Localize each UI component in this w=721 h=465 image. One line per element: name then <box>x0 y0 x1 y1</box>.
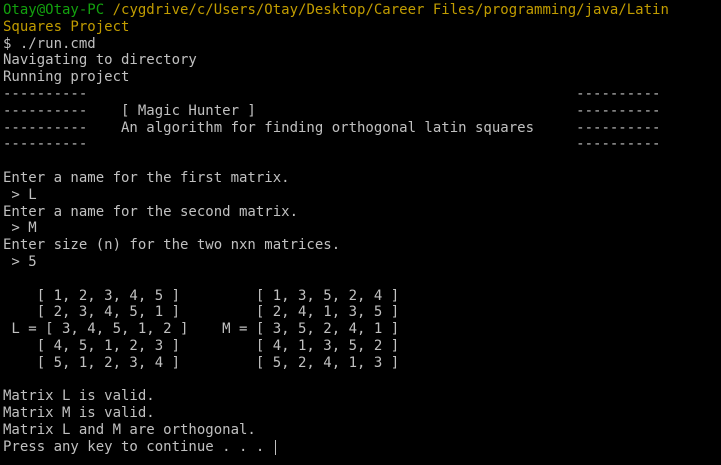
matrix-row: [ 2, 3, 4, 5, 1 ] [ 2, 4, 1, 3, 5 ] <box>3 304 400 321</box>
banner-line: ---------- ---------- <box>3 136 661 153</box>
terminal-window[interactable]: Otay@Otay-PC /cygdrive/c/Users/Otay/Desk… <box>0 0 721 465</box>
first-matrix-name-prompt: Enter a name for the first matrix. <box>3 169 290 186</box>
continue-prompt-line: Press any key to continue . . . <box>3 439 721 456</box>
orthogonality-result: Matrix L and M are orthogonal. <box>3 421 256 438</box>
text-cursor <box>274 439 276 455</box>
second-matrix-name-input: > M <box>3 220 37 237</box>
matrix-size-prompt: Enter size (n) for the two nxn matrices. <box>3 237 341 254</box>
prompt-path: /cygdrive/c/Users/Otay/Desktop/Career Fi… <box>104 2 669 18</box>
command-line: $ ./run.cmd <box>3 35 96 52</box>
banner-title-line: ---------- [ Magic Hunter ] ---------- <box>3 102 661 119</box>
continue-prompt: Press any key to continue . . . <box>3 438 273 455</box>
banner-line: ---------- ---------- <box>3 85 661 102</box>
prompt-path-continued: Squares Project <box>3 18 130 35</box>
second-matrix-name-prompt: Enter a name for the second matrix. <box>3 203 299 220</box>
validation-result: Matrix M is valid. <box>3 405 155 422</box>
matrix-row: L = [ 3, 4, 5, 1, 2 ] M = [ 3, 5, 2, 4, … <box>3 321 400 338</box>
matrix-row: [ 1, 2, 3, 4, 5 ] [ 1, 3, 5, 2, 4 ] <box>3 287 400 304</box>
output-line: Navigating to directory <box>3 52 197 69</box>
matrix-size-input: > 5 <box>3 253 37 270</box>
validation-result: Matrix L is valid. <box>3 388 155 405</box>
matrix-row: [ 5, 1, 2, 3, 4 ] [ 5, 2, 4, 1, 3 ] <box>3 354 400 371</box>
banner-subtitle-line: ---------- An algorithm for finding orth… <box>3 119 661 136</box>
prompt-user-host: Otay@Otay-PC <box>3 2 105 18</box>
prompt-line: Otay@Otay-PC /cygdrive/c/Users/Otay/Desk… <box>3 2 721 19</box>
matrix-row: [ 4, 5, 1, 2, 3 ] [ 4, 1, 3, 5, 2 ] <box>3 337 400 354</box>
first-matrix-name-input: > L <box>3 186 37 203</box>
output-line: Running project <box>3 69 130 86</box>
